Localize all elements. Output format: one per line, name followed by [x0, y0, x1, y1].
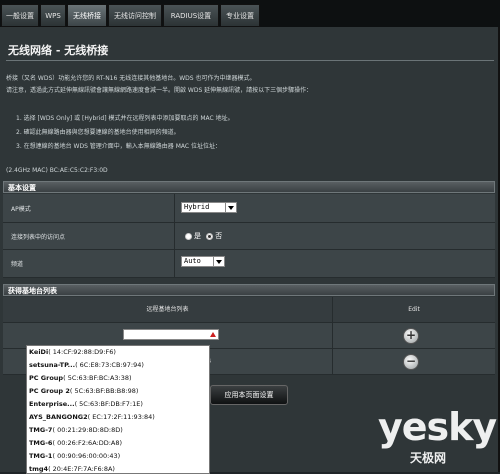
ap-mode-label: AP模式: [7, 194, 175, 222]
ap-name: PC Group: [29, 374, 64, 382]
connect-list-label: 连接列表中的访问点: [7, 223, 175, 249]
ap-mac: ( 00:90:96:00:00:43): [52, 452, 121, 460]
watermark-brand: yesky: [378, 405, 497, 449]
ap-name: KeiDi: [29, 348, 49, 356]
mac-address-text: (2.4GHz MAC) BC:AE:C5:C2:F3:0D: [6, 167, 108, 174]
radio-yes-label: 是: [194, 232, 201, 240]
ap-name: AYS_BANGONG2: [29, 413, 88, 421]
basic-config-header: 基本设置: [3, 181, 495, 193]
ap-mac: ( 5C:63:BF:DB:F7:1E): [74, 400, 143, 408]
dropdown-item[interactable]: PC Group 2( 5C:63:BF:BB:B8:98): [27, 385, 209, 398]
ap-mode-select[interactable]: Hybrid: [181, 202, 237, 213]
col-edit: Edit: [408, 306, 420, 313]
dropdown-item[interactable]: tmg4( 20:4E:7F:7A:F6:8A): [27, 463, 209, 473]
dropdown-item[interactable]: TMG-1( 00:90:96:00:00:43): [27, 450, 209, 463]
ap-mac: ( 14:CF:92:88:D9:F6): [48, 348, 116, 356]
row-divider: [332, 349, 333, 374]
ap-name: setsuna-TP...: [29, 361, 76, 369]
channel-select[interactable]: Auto: [181, 256, 225, 267]
title-divider: [6, 60, 494, 61]
ap-mac: ( 6C:E8:73:CB:97:94): [75, 361, 144, 369]
channel-label: 频道: [7, 250, 175, 277]
col-remote-list: 远程基地台列表: [3, 297, 333, 322]
ap-name: TMG-6: [29, 439, 53, 447]
dropdown-item[interactable]: Enterprise...( 5C:63:BF:DB:F7:1E): [27, 398, 209, 411]
channel-value: Auto: [184, 257, 201, 265]
ap-name: TMG-7: [29, 426, 53, 434]
intro-text-1: 桥接（又名 WDS）功能允许您的 RT-N16 无线连接其他基地台。WDS 也可…: [6, 75, 256, 82]
dropdown-item[interactable]: setsuna-TP...( 6C:E8:73:CB:97:94): [27, 359, 209, 372]
yesky-watermark: yesky 天极网: [378, 405, 497, 470]
tab-professional[interactable]: 专业设置: [220, 4, 260, 27]
chevron-down-icon: [213, 257, 224, 266]
radio-yes[interactable]: [185, 232, 192, 240]
ap-mode-row: AP模式 Hybrid: [3, 194, 495, 223]
step-1: 1. 选择 [WDS Only] 或 [Hybrid] 模式并在远程列表中添加要…: [16, 115, 234, 122]
dropdown-item[interactable]: KeiDi( 14:CF:92:88:D9:F6): [27, 346, 209, 359]
tab-bar: 一般设置 WPS 无线桥接 无线访问控制 RADIUS设置 专业设置: [0, 0, 500, 27]
ap-mode-value: Hybrid: [184, 203, 210, 211]
site-survey-dropdown: KeiDi( 14:CF:92:88:D9:F6) setsuna-TP...(…: [26, 345, 210, 474]
tab-mac-filter[interactable]: 无线访问控制: [108, 4, 162, 27]
ap-mac: ( 00:26:F2:6A:DD:A8): [52, 439, 123, 447]
ap-name: TMG-1: [29, 452, 53, 460]
remove-button[interactable]: −: [403, 354, 419, 370]
dropdown-item[interactable]: PC Group( 5C:63:BF:BC:A3:38): [27, 372, 209, 385]
mac-input-field[interactable]: [123, 329, 219, 340]
remote-ap-header: 获得基地台列表: [3, 284, 495, 296]
row-divider: [332, 323, 333, 348]
ap-name: Enterprise...: [29, 400, 75, 408]
radio-no[interactable]: [206, 232, 214, 240]
ap-mac: ( 5C:63:BF:BB:B8:98): [69, 387, 139, 395]
tab-wds[interactable]: 无线桥接: [67, 4, 107, 27]
page-title: 无线网络 - 无线桥接: [8, 44, 109, 57]
dropdown-item[interactable]: AYS_BANGONG2( EC:17:2F:11:93:84): [27, 411, 209, 424]
tab-general[interactable]: 一般设置: [1, 4, 39, 27]
chevron-down-icon: [225, 203, 236, 212]
ap-mac: ( EC:17:2F:11:93:84): [87, 413, 155, 421]
tab-radius[interactable]: RADIUS设置: [163, 4, 219, 27]
dropdown-item[interactable]: TMG-7( 00:21:29:8D:8D:8D): [27, 424, 209, 437]
connect-list-row: 连接列表中的访问点 是 否: [3, 223, 495, 250]
ap-name: PC Group 2: [29, 387, 70, 395]
dropdown-item[interactable]: TMG-6( 00:26:F2:6A:DD:A8): [27, 437, 209, 450]
remote-ap-table-header: 远程基地台列表 Edit: [3, 297, 495, 323]
add-button[interactable]: +: [403, 328, 419, 344]
step-2: 2. 確認此無線路由器與您想要連線的基地台使用相同的頻道。: [16, 129, 180, 136]
chevron-up-icon[interactable]: [210, 332, 216, 337]
ap-mac: ( 00:21:29:8D:8D:8D): [52, 426, 123, 434]
intro-text-2: 请注意，透過此方式延伸無線訊號會讓無線網路速度會減一半。開啟 WDS 延伸無線訊…: [6, 87, 313, 94]
apply-button[interactable]: 应用本页面设置: [210, 385, 288, 405]
connect-radio-group: 是 否: [185, 231, 222, 241]
ap-mac: ( 5C:63:BF:BC:A3:38): [63, 374, 132, 382]
radio-no-label: 否: [215, 232, 223, 240]
channel-row: 频道 Auto: [3, 250, 495, 278]
step-3: 3. 在想連線的基地台 WDS 管理介面中，輸入本無線路由器 MAC 位址位址：: [16, 143, 221, 150]
tab-wps[interactable]: WPS: [40, 4, 66, 27]
watermark-cn: 天极网: [410, 451, 447, 465]
